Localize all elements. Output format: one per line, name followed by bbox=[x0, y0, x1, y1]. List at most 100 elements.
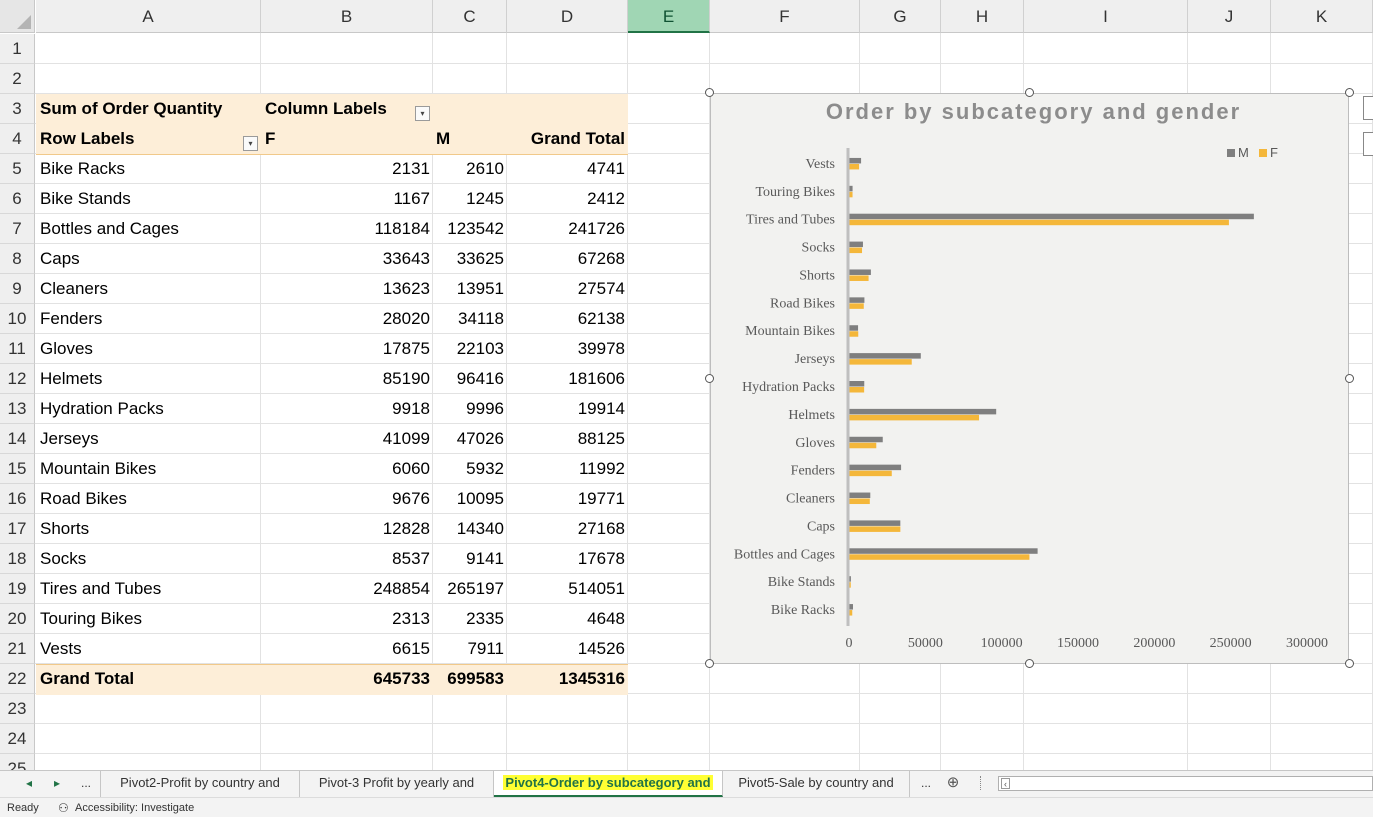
pivot-cell-f[interactable]: 9676 bbox=[261, 484, 433, 514]
pivot-cell-f[interactable]: 1167 bbox=[261, 184, 433, 214]
pivot-cell-f[interactable]: 6615 bbox=[261, 634, 433, 664]
chart-elements-button[interactable] bbox=[1363, 96, 1373, 120]
bar-chart[interactable]: Order by subcategory and gender M F Bike Ra… bbox=[710, 93, 1349, 664]
pivot-cell-total[interactable]: 27168 bbox=[507, 514, 628, 544]
chart-styles-button[interactable] bbox=[1363, 132, 1373, 156]
column-header-e[interactable]: E bbox=[628, 0, 710, 33]
column-header-d[interactable]: D bbox=[507, 0, 628, 33]
pivot-grand-total-label[interactable]: Grand Total bbox=[40, 664, 134, 694]
pivot-cell-total[interactable]: 39978 bbox=[507, 334, 628, 364]
pivot-cell-total[interactable]: 19914 bbox=[507, 394, 628, 424]
row-header-15[interactable]: 15 bbox=[0, 454, 35, 484]
pivot-value-header[interactable]: Sum of Order Quantity bbox=[40, 94, 222, 124]
pivot-cell-total[interactable]: 27574 bbox=[507, 274, 628, 304]
chart-resize-handle[interactable] bbox=[1025, 88, 1034, 97]
pivot-cell-f[interactable]: 41099 bbox=[261, 424, 433, 454]
pivot-row-label[interactable]: Shorts bbox=[40, 514, 89, 544]
row-header-22[interactable]: 22 bbox=[0, 664, 35, 694]
pivot-col-m-header[interactable]: M bbox=[436, 124, 450, 154]
chart-resize-handle[interactable] bbox=[1025, 659, 1034, 668]
tab-pivot2[interactable]: Pivot2-Profit by country and bbox=[100, 771, 300, 797]
scroll-left-icon[interactable]: ‹ bbox=[1001, 778, 1010, 789]
pivot-row-label[interactable]: Socks bbox=[40, 544, 86, 574]
column-header-a[interactable]: A bbox=[36, 0, 261, 33]
pivot-cell-total[interactable]: 4648 bbox=[507, 604, 628, 634]
pivot-column-labels[interactable]: Column Labels bbox=[265, 94, 387, 124]
more-sheets-right[interactable]: ... bbox=[917, 771, 935, 797]
row-filter-dropdown-icon[interactable]: ▾ bbox=[243, 136, 258, 151]
pivot-row-labels[interactable]: Row Labels bbox=[40, 124, 134, 154]
pivot-grand-total-all[interactable]: 1345316 bbox=[507, 664, 628, 694]
pivot-cell-total[interactable]: 88125 bbox=[507, 424, 628, 454]
row-header-6[interactable]: 6 bbox=[0, 184, 35, 214]
chart-resize-handle[interactable] bbox=[705, 88, 714, 97]
chart-resize-handle[interactable] bbox=[1345, 374, 1354, 383]
tab-splitter[interactable] bbox=[980, 776, 983, 790]
pivot-row-label[interactable]: Mountain Bikes bbox=[40, 454, 156, 484]
spreadsheet-grid[interactable]: ABCDEFGHIJK 1 2 3 4 5 6 7 8 9 10 11 12 13 14 15 16 17 18 1… bbox=[0, 0, 1373, 770]
pivot-cell-f[interactable]: 248854 bbox=[261, 574, 433, 604]
pivot-cell-total[interactable]: 67268 bbox=[507, 244, 628, 274]
row-header-12[interactable]: 12 bbox=[0, 364, 35, 394]
pivot-cell-m[interactable]: 14340 bbox=[433, 514, 507, 544]
pivot-row-label[interactable]: Caps bbox=[40, 244, 80, 274]
pivot-row-label[interactable]: Vests bbox=[40, 634, 82, 664]
pivot-grand-total-m[interactable]: 699583 bbox=[433, 664, 507, 694]
pivot-cell-total[interactable]: 514051 bbox=[507, 574, 628, 604]
pivot-cell-total[interactable]: 62138 bbox=[507, 304, 628, 334]
pivot-cell-m[interactable]: 22103 bbox=[433, 334, 507, 364]
pivot-cell-total[interactable]: 241726 bbox=[507, 214, 628, 244]
column-header-b[interactable]: B bbox=[261, 0, 433, 33]
pivot-cell-f[interactable]: 9918 bbox=[261, 394, 433, 424]
pivot-col-f-header[interactable]: F bbox=[265, 124, 275, 154]
pivot-cell-m[interactable]: 2335 bbox=[433, 604, 507, 634]
row-header-4[interactable]: 4 bbox=[0, 124, 35, 154]
pivot-cell-m[interactable]: 10095 bbox=[433, 484, 507, 514]
pivot-cell-m[interactable]: 47026 bbox=[433, 424, 507, 454]
chart-resize-handle[interactable] bbox=[1345, 88, 1354, 97]
row-header-13[interactable]: 13 bbox=[0, 394, 35, 424]
pivot-cell-total[interactable]: 4741 bbox=[507, 154, 628, 184]
column-header-c[interactable]: C bbox=[433, 0, 507, 33]
chart-resize-handle[interactable] bbox=[1345, 659, 1354, 668]
pivot-cell-f[interactable]: 6060 bbox=[261, 454, 433, 484]
pivot-cell-f[interactable]: 8537 bbox=[261, 544, 433, 574]
pivot-row-label[interactable]: Bottles and Cages bbox=[40, 214, 179, 244]
pivot-cell-total[interactable]: 11992 bbox=[507, 454, 628, 484]
pivot-cell-m[interactable]: 9996 bbox=[433, 394, 507, 424]
row-header-24[interactable]: 24 bbox=[0, 724, 35, 754]
more-sheets-left[interactable]: ... bbox=[77, 771, 95, 797]
add-sheet-icon[interactable]: ⊕ bbox=[944, 771, 962, 797]
pivot-row-label[interactable]: Bike Stands bbox=[40, 184, 131, 214]
pivot-cell-f[interactable]: 13623 bbox=[261, 274, 433, 304]
pivot-row-label[interactable]: Gloves bbox=[40, 334, 93, 364]
pivot-cell-f[interactable]: 2131 bbox=[261, 154, 433, 184]
pivot-cell-total[interactable]: 14526 bbox=[507, 634, 628, 664]
row-header-7[interactable]: 7 bbox=[0, 214, 35, 244]
tab-pivot5[interactable]: Pivot5-Sale by country and bbox=[723, 771, 910, 797]
row-header-25[interactable]: 25 bbox=[0, 754, 35, 770]
row-header-2[interactable]: 2 bbox=[0, 64, 35, 94]
pivot-cell-f[interactable]: 17875 bbox=[261, 334, 433, 364]
column-filter-dropdown-icon[interactable]: ▾ bbox=[415, 106, 430, 121]
pivot-row-label[interactable]: Bike Racks bbox=[40, 154, 125, 184]
row-header-20[interactable]: 20 bbox=[0, 604, 35, 634]
row-header-21[interactable]: 21 bbox=[0, 634, 35, 664]
pivot-cell-m[interactable]: 7911 bbox=[433, 634, 507, 664]
row-header-11[interactable]: 11 bbox=[0, 334, 35, 364]
pivot-cell-total[interactable]: 17678 bbox=[507, 544, 628, 574]
row-header-16[interactable]: 16 bbox=[0, 484, 35, 514]
row-header-17[interactable]: 17 bbox=[0, 514, 35, 544]
column-header-g[interactable]: G bbox=[860, 0, 941, 33]
row-header-23[interactable]: 23 bbox=[0, 694, 35, 724]
pivot-cell-m[interactable]: 33625 bbox=[433, 244, 507, 274]
next-sheet-icon[interactable]: ▸ bbox=[48, 771, 66, 797]
pivot-row-label[interactable]: Jerseys bbox=[40, 424, 99, 454]
column-header-i[interactable]: I bbox=[1024, 0, 1188, 33]
row-header-8[interactable]: 8 bbox=[0, 244, 35, 274]
pivot-row-label[interactable]: Hydration Packs bbox=[40, 394, 164, 424]
pivot-cell-total[interactable]: 181606 bbox=[507, 364, 628, 394]
pivot-cell-f[interactable]: 85190 bbox=[261, 364, 433, 394]
pivot-cell-m[interactable]: 1245 bbox=[433, 184, 507, 214]
pivot-cell-f[interactable]: 33643 bbox=[261, 244, 433, 274]
